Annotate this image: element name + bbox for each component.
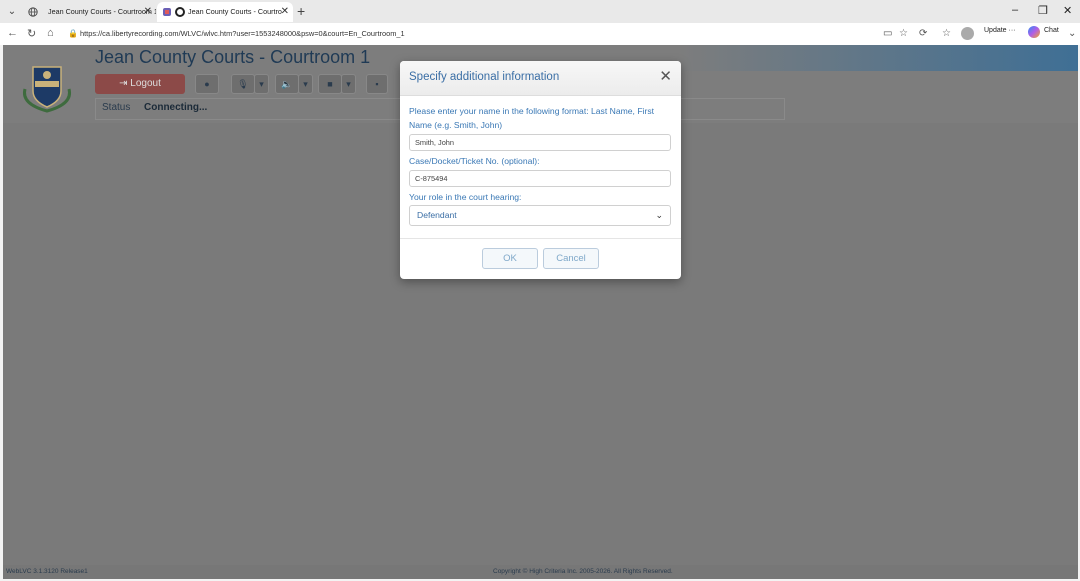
close-tab-icon[interactable]: ✕ xyxy=(144,2,152,22)
copyright-text: Copyright © High Criteria Inc. 2005-2026… xyxy=(493,568,673,575)
update-label: Update xyxy=(984,27,1007,34)
chevron-down-icon: ⌄ xyxy=(655,210,663,220)
microphone-button[interactable]: 🎙 xyxy=(231,74,255,94)
share-icon: ▪ xyxy=(375,79,379,89)
role-field-label: Your role in the court hearing: xyxy=(409,191,522,202)
browser-tab-title: Jean County Courts - Courtro xyxy=(188,7,282,16)
browser-toolbar: ← ↻ ⌂ 🔒 https://ca.libertyrecording.com/… xyxy=(0,23,1080,45)
minimize-icon[interactable]: – xyxy=(1012,4,1018,16)
browser-tab-2[interactable]: Jean County Courts - Courtro ✕ xyxy=(157,2,293,22)
chat-label: Chat xyxy=(1044,27,1059,34)
name-field-label: Please enter your name in the following … xyxy=(409,106,655,130)
update-button[interactable]: Update ··· xyxy=(984,27,1016,34)
refresh-icon[interactable]: ↻ xyxy=(27,27,36,40)
url-text: https://ca.libertyrecording.com/WLVC/wlv… xyxy=(80,29,405,38)
logout-button[interactable]: ⇥ Logout xyxy=(95,74,185,94)
browser-tab-bar: ⌄ Jean County Courts - Courtroom 1 ✕ Jea… xyxy=(0,0,1080,23)
cancel-button[interactable]: Cancel xyxy=(543,248,599,269)
recording-indicator-icon xyxy=(175,7,185,17)
profile-avatar[interactable] xyxy=(961,27,974,40)
court-favicon-icon xyxy=(163,8,171,16)
browser-tab-1[interactable]: Jean County Courts - Courtroom 1 ✕ xyxy=(22,2,156,22)
dialog-header: Specify additional information ✕ xyxy=(400,61,681,96)
role-selected-value: Defendant xyxy=(417,210,457,220)
microphone-dropdown[interactable]: ▾ xyxy=(254,74,269,94)
court-logo-icon xyxy=(22,66,72,113)
chevron-down-icon[interactable]: ⌄ xyxy=(1068,28,1076,39)
chat-bubble-button[interactable]: ● xyxy=(195,74,219,94)
case-field-label: Case/Docket/Ticket No. (optional): xyxy=(409,156,540,166)
status-value: Connecting... xyxy=(144,102,208,113)
case-number-field[interactable]: C-875494 xyxy=(409,169,671,187)
caret-down-icon: ▾ xyxy=(303,79,308,89)
caret-down-icon: ▾ xyxy=(259,79,264,89)
copilot-icon xyxy=(1028,26,1040,38)
role-select[interactable]: Defendant ⌄ xyxy=(409,205,671,226)
dialog-title: Specify additional information xyxy=(409,71,560,83)
header-accent xyxy=(678,45,1078,71)
speaker-dropdown[interactable]: ▾ xyxy=(298,74,313,94)
chat-button[interactable]: Chat xyxy=(1028,26,1059,38)
name-field[interactable]: Smith, John xyxy=(409,134,671,151)
microphone-icon: 🎙 xyxy=(237,79,249,89)
camera-icon[interactable]: ▭ xyxy=(883,28,892,39)
site-info-icon[interactable]: 🔒 xyxy=(68,25,78,43)
home-icon[interactable]: ⌂ xyxy=(47,27,54,39)
extensions-icon[interactable]: ⟳ xyxy=(919,28,927,39)
logout-label: Logout xyxy=(130,78,161,89)
page-footer: WebLVC 3.1.3120 Release1 Copyright © Hig… xyxy=(3,565,1078,579)
share-button[interactable]: ▪ xyxy=(366,74,388,94)
ok-button[interactable]: OK xyxy=(482,248,538,269)
additional-info-dialog: Specify additional information ✕ Please … xyxy=(400,61,681,279)
back-icon[interactable]: ← xyxy=(7,27,18,39)
caret-down-icon: ▾ xyxy=(346,79,351,89)
dialog-footer-divider xyxy=(400,238,681,239)
version-text: WebLVC 3.1.3120 Release1 xyxy=(6,568,88,575)
status-label: Status xyxy=(102,102,131,113)
close-window-icon[interactable]: ✕ xyxy=(1063,4,1072,17)
favorites-icon[interactable]: ☆ xyxy=(942,28,951,39)
restore-icon[interactable]: ❐ xyxy=(1038,4,1048,17)
favorite-star-icon[interactable]: ☆ xyxy=(899,28,908,39)
new-tab-plus-icon[interactable]: + xyxy=(297,3,305,19)
chat-bubble-icon: ● xyxy=(204,79,210,89)
globe-icon xyxy=(28,7,38,17)
camera-dropdown[interactable]: ▾ xyxy=(341,74,356,94)
close-icon[interactable]: ✕ xyxy=(659,69,672,84)
close-tab-icon[interactable]: ✕ xyxy=(281,2,289,22)
video-camera-icon: ■ xyxy=(327,79,333,89)
speaker-icon: 🔈 xyxy=(281,79,293,89)
tab-actions-chevron-icon[interactable]: ⌄ xyxy=(4,4,20,19)
address-bar[interactable]: 🔒 https://ca.libertyrecording.com/WLVC/w… xyxy=(62,25,832,43)
logout-icon: ⇥ xyxy=(119,78,131,89)
browser-tab-title: Jean County Courts - Courtroom 1 xyxy=(48,7,156,16)
court-title: Jean County Courts - Courtroom 1 xyxy=(95,47,371,67)
speaker-button[interactable]: 🔈 xyxy=(275,74,299,94)
camera-button[interactable]: ■ xyxy=(318,74,342,94)
dialog-body: Please enter your name in the following … xyxy=(409,105,671,226)
